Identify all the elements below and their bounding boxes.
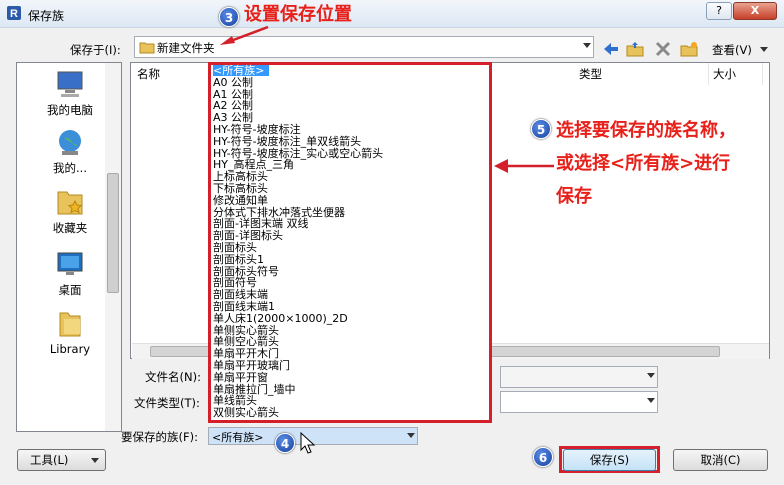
- save-button[interactable]: 保存(S): [563, 449, 656, 471]
- family-list-item[interactable]: HY-符号-坡度标注_单双线箭头: [213, 136, 361, 147]
- up-folder-icon[interactable]: [626, 41, 644, 57]
- save-in-label: 保存于(I):: [70, 43, 121, 57]
- step5-arrow: [494, 159, 554, 173]
- mouse-cursor-icon: [300, 432, 316, 454]
- step5-line2: 或选择<所有族>进行: [556, 153, 731, 174]
- filename-label: 文件名(N):: [145, 370, 201, 384]
- column-name[interactable]: 名称: [137, 63, 211, 85]
- family-list-item[interactable]: 单侧空心箭头: [213, 336, 279, 347]
- library-folder-icon: [59, 312, 81, 337]
- window-title: 保存族: [28, 9, 65, 23]
- family-list-item[interactable]: 单扇平开窗: [213, 372, 268, 383]
- favorites-folder-icon: [57, 191, 83, 215]
- family-list-item[interactable]: A0 公制: [213, 77, 253, 88]
- family-list-item[interactable]: A1 公制: [213, 89, 253, 100]
- family-list-item[interactable]: A3 公制: [213, 112, 253, 123]
- family-list-item[interactable]: 剖面线末端1: [213, 301, 275, 312]
- step4-badge: 4: [275, 433, 295, 453]
- title-bar: [0, 0, 784, 28]
- step5-badge: 5: [531, 119, 551, 139]
- cancel-button[interactable]: 取消(C): [673, 449, 768, 471]
- network-globe-icon: [59, 130, 81, 155]
- family-dropdown-icon[interactable]: [407, 433, 415, 438]
- places-bar: 我的电脑 我的... 收藏夹 桌面 Library: [16, 62, 122, 432]
- svg-text:R: R: [10, 8, 18, 20]
- filetype-dropdown-icon[interactable]: [647, 398, 655, 403]
- save-in-value: 新建文件夹: [157, 41, 215, 55]
- step3-arrow: [220, 25, 269, 45]
- view-dropdown-icon[interactable]: [760, 47, 768, 52]
- family-list-item[interactable]: 剖面标头: [213, 242, 257, 253]
- step5-line3: 保存: [556, 186, 592, 207]
- back-arrow-icon[interactable]: [602, 41, 620, 57]
- family-list-item[interactable]: HY_高程点_三角: [213, 159, 294, 170]
- family-list-item[interactable]: 单人床1(2000×1000)_2D: [213, 313, 348, 324]
- family-list-item[interactable]: 剖面符号: [213, 277, 257, 288]
- family-to-save-label: 要保存的族(F):: [121, 430, 198, 444]
- places-scrollbar[interactable]: [105, 63, 121, 431]
- save-in-combo[interactable]: 新建文件夹: [134, 36, 594, 58]
- family-list-item[interactable]: 分体式下排水冲落式坐便器: [213, 207, 345, 218]
- folder-icon: [139, 42, 155, 54]
- chevron-down-icon[interactable]: [583, 43, 591, 48]
- filetype-label: 文件类型(T):: [134, 396, 200, 410]
- filetype-combo[interactable]: [500, 391, 658, 413]
- filename-dropdown-icon[interactable]: [647, 373, 655, 378]
- step5-line1: 选择要保存的族名称，: [556, 120, 736, 141]
- desktop-icon: [57, 252, 83, 275]
- step6-badge: 6: [533, 447, 553, 467]
- column-type[interactable]: 类型: [579, 63, 709, 85]
- family-list-item[interactable]: 剖面线末端: [213, 289, 268, 300]
- family-list-item[interactable]: 剖面-详图标头: [213, 230, 283, 241]
- family-list-item[interactable]: 单侧实心箭头: [213, 325, 279, 336]
- help-button[interactable]: ?: [706, 2, 732, 20]
- family-list-item[interactable]: 下标高标头: [213, 183, 268, 194]
- family-to-save-value: <所有族>: [212, 431, 264, 444]
- family-list-item[interactable]: HY-符号-坡度标注_实心或空心箭头: [213, 148, 383, 159]
- tools-button[interactable]: 工具(L): [17, 449, 106, 471]
- family-list-item[interactable]: 单扇平开玻璃门: [213, 360, 290, 371]
- delete-icon[interactable]: [654, 41, 672, 57]
- places-scroll-thumb[interactable]: [107, 173, 119, 293]
- computer-icon: [57, 71, 83, 97]
- tools-dropdown-icon[interactable]: [91, 458, 99, 463]
- family-list-item[interactable]: 修改通知单: [213, 195, 268, 206]
- family-list-item[interactable]: <所有族>: [213, 65, 269, 76]
- family-list-item[interactable]: 双侧实心箭头: [213, 407, 279, 418]
- view-menu[interactable]: 查看(V): [712, 42, 752, 58]
- close-button[interactable]: X: [733, 2, 777, 20]
- family-list-item[interactable]: 剖面-详图末端 双线: [213, 218, 308, 229]
- family-list-item[interactable]: 上标高标头: [213, 171, 268, 182]
- family-list-item[interactable]: 剖面标头1: [213, 254, 264, 265]
- family-list-item[interactable]: 单扇平开木门: [213, 348, 279, 359]
- family-list-item[interactable]: 单线箭头: [213, 395, 257, 406]
- new-folder-icon[interactable]: [680, 41, 698, 57]
- family-list-item[interactable]: 剖面标头符号: [213, 266, 279, 277]
- family-list-item[interactable]: A2 公制: [213, 100, 253, 111]
- column-size[interactable]: 大小: [713, 63, 763, 85]
- revit-app-icon: R: [7, 6, 21, 20]
- family-list-item[interactable]: HY-符号-坡度标注: [213, 124, 301, 135]
- filename-combo[interactable]: [500, 366, 658, 388]
- family-dropdown-list[interactable]: <所有族> A0 公制 A1 公制 A2 公制 A3 公制 HY-符号-坡度标注 HY-符号…: [208, 62, 492, 423]
- family-list-item[interactable]: 单扇推拉门_墙中: [213, 384, 296, 395]
- tools-label: 工具(L): [30, 453, 69, 467]
